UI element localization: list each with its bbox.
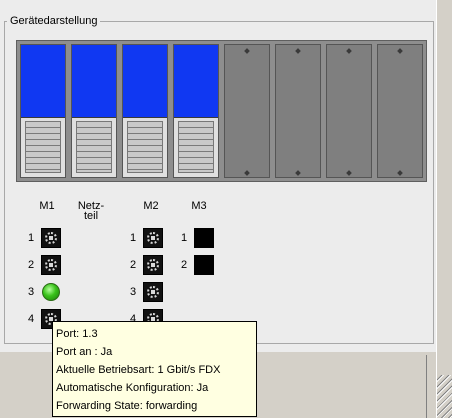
port-number: 2 bbox=[28, 259, 35, 271]
tooltip-forwarding: Forwarding State: forwarding bbox=[56, 400, 198, 412]
port-number: 1 bbox=[130, 232, 137, 244]
rack-slot-8[interactable] bbox=[377, 44, 423, 178]
port-1-1-icon[interactable] bbox=[41, 228, 61, 248]
port-2-1-icon[interactable] bbox=[143, 228, 163, 248]
tooltip-port-on: Port an : Ja bbox=[56, 346, 113, 358]
module-label-m3: M3 bbox=[191, 200, 207, 212]
tooltip-mode: Aktuelle Betriebsart: 1 Gbit/s FDX bbox=[56, 364, 221, 376]
port-number: 3 bbox=[130, 286, 137, 298]
resize-grip[interactable] bbox=[437, 375, 452, 418]
port-2-3-icon[interactable] bbox=[143, 282, 163, 302]
port-3-2-icon[interactable] bbox=[194, 255, 214, 275]
port-1-2-icon[interactable] bbox=[41, 255, 61, 275]
port-number: 2 bbox=[181, 259, 188, 271]
tooltip-port: Port: 1.3 bbox=[56, 328, 98, 340]
module-label-m2: M2 bbox=[143, 200, 159, 212]
module-label-m1: M1 bbox=[39, 200, 55, 212]
port-number: 4 bbox=[28, 313, 35, 325]
device-view-panel: Gerätedarstellung M1 Netz- teil M2 M3 1 … bbox=[0, 0, 436, 352]
rack-slot-3[interactable] bbox=[122, 44, 168, 178]
port-2-2-icon[interactable] bbox=[143, 255, 163, 275]
port-number: 1 bbox=[181, 232, 188, 244]
rack-slot-6[interactable] bbox=[275, 44, 321, 178]
group-title: Gerätedarstellung bbox=[7, 15, 101, 27]
rack-slot-4[interactable] bbox=[173, 44, 219, 178]
right-edge bbox=[436, 0, 452, 418]
device-rack bbox=[16, 40, 427, 182]
port-tooltip: Port: 1.3 Port an : Ja Aktuelle Betriebs… bbox=[52, 321, 257, 417]
rack-slot-2[interactable] bbox=[71, 44, 117, 178]
port-number: 2 bbox=[130, 259, 137, 271]
module-label-psu: Netz- teil bbox=[77, 200, 105, 222]
port-3-1-icon[interactable] bbox=[194, 228, 214, 248]
port-1-3-active-icon[interactable] bbox=[42, 283, 60, 301]
rack-slot-7[interactable] bbox=[326, 44, 372, 178]
tooltip-autoconf: Automatische Konfiguration: Ja bbox=[56, 382, 209, 394]
rack-slot-5[interactable] bbox=[224, 44, 270, 178]
port-number: 3 bbox=[28, 286, 35, 298]
divider bbox=[426, 355, 427, 418]
port-number: 1 bbox=[28, 232, 35, 244]
rack-slot-1[interactable] bbox=[20, 44, 66, 178]
